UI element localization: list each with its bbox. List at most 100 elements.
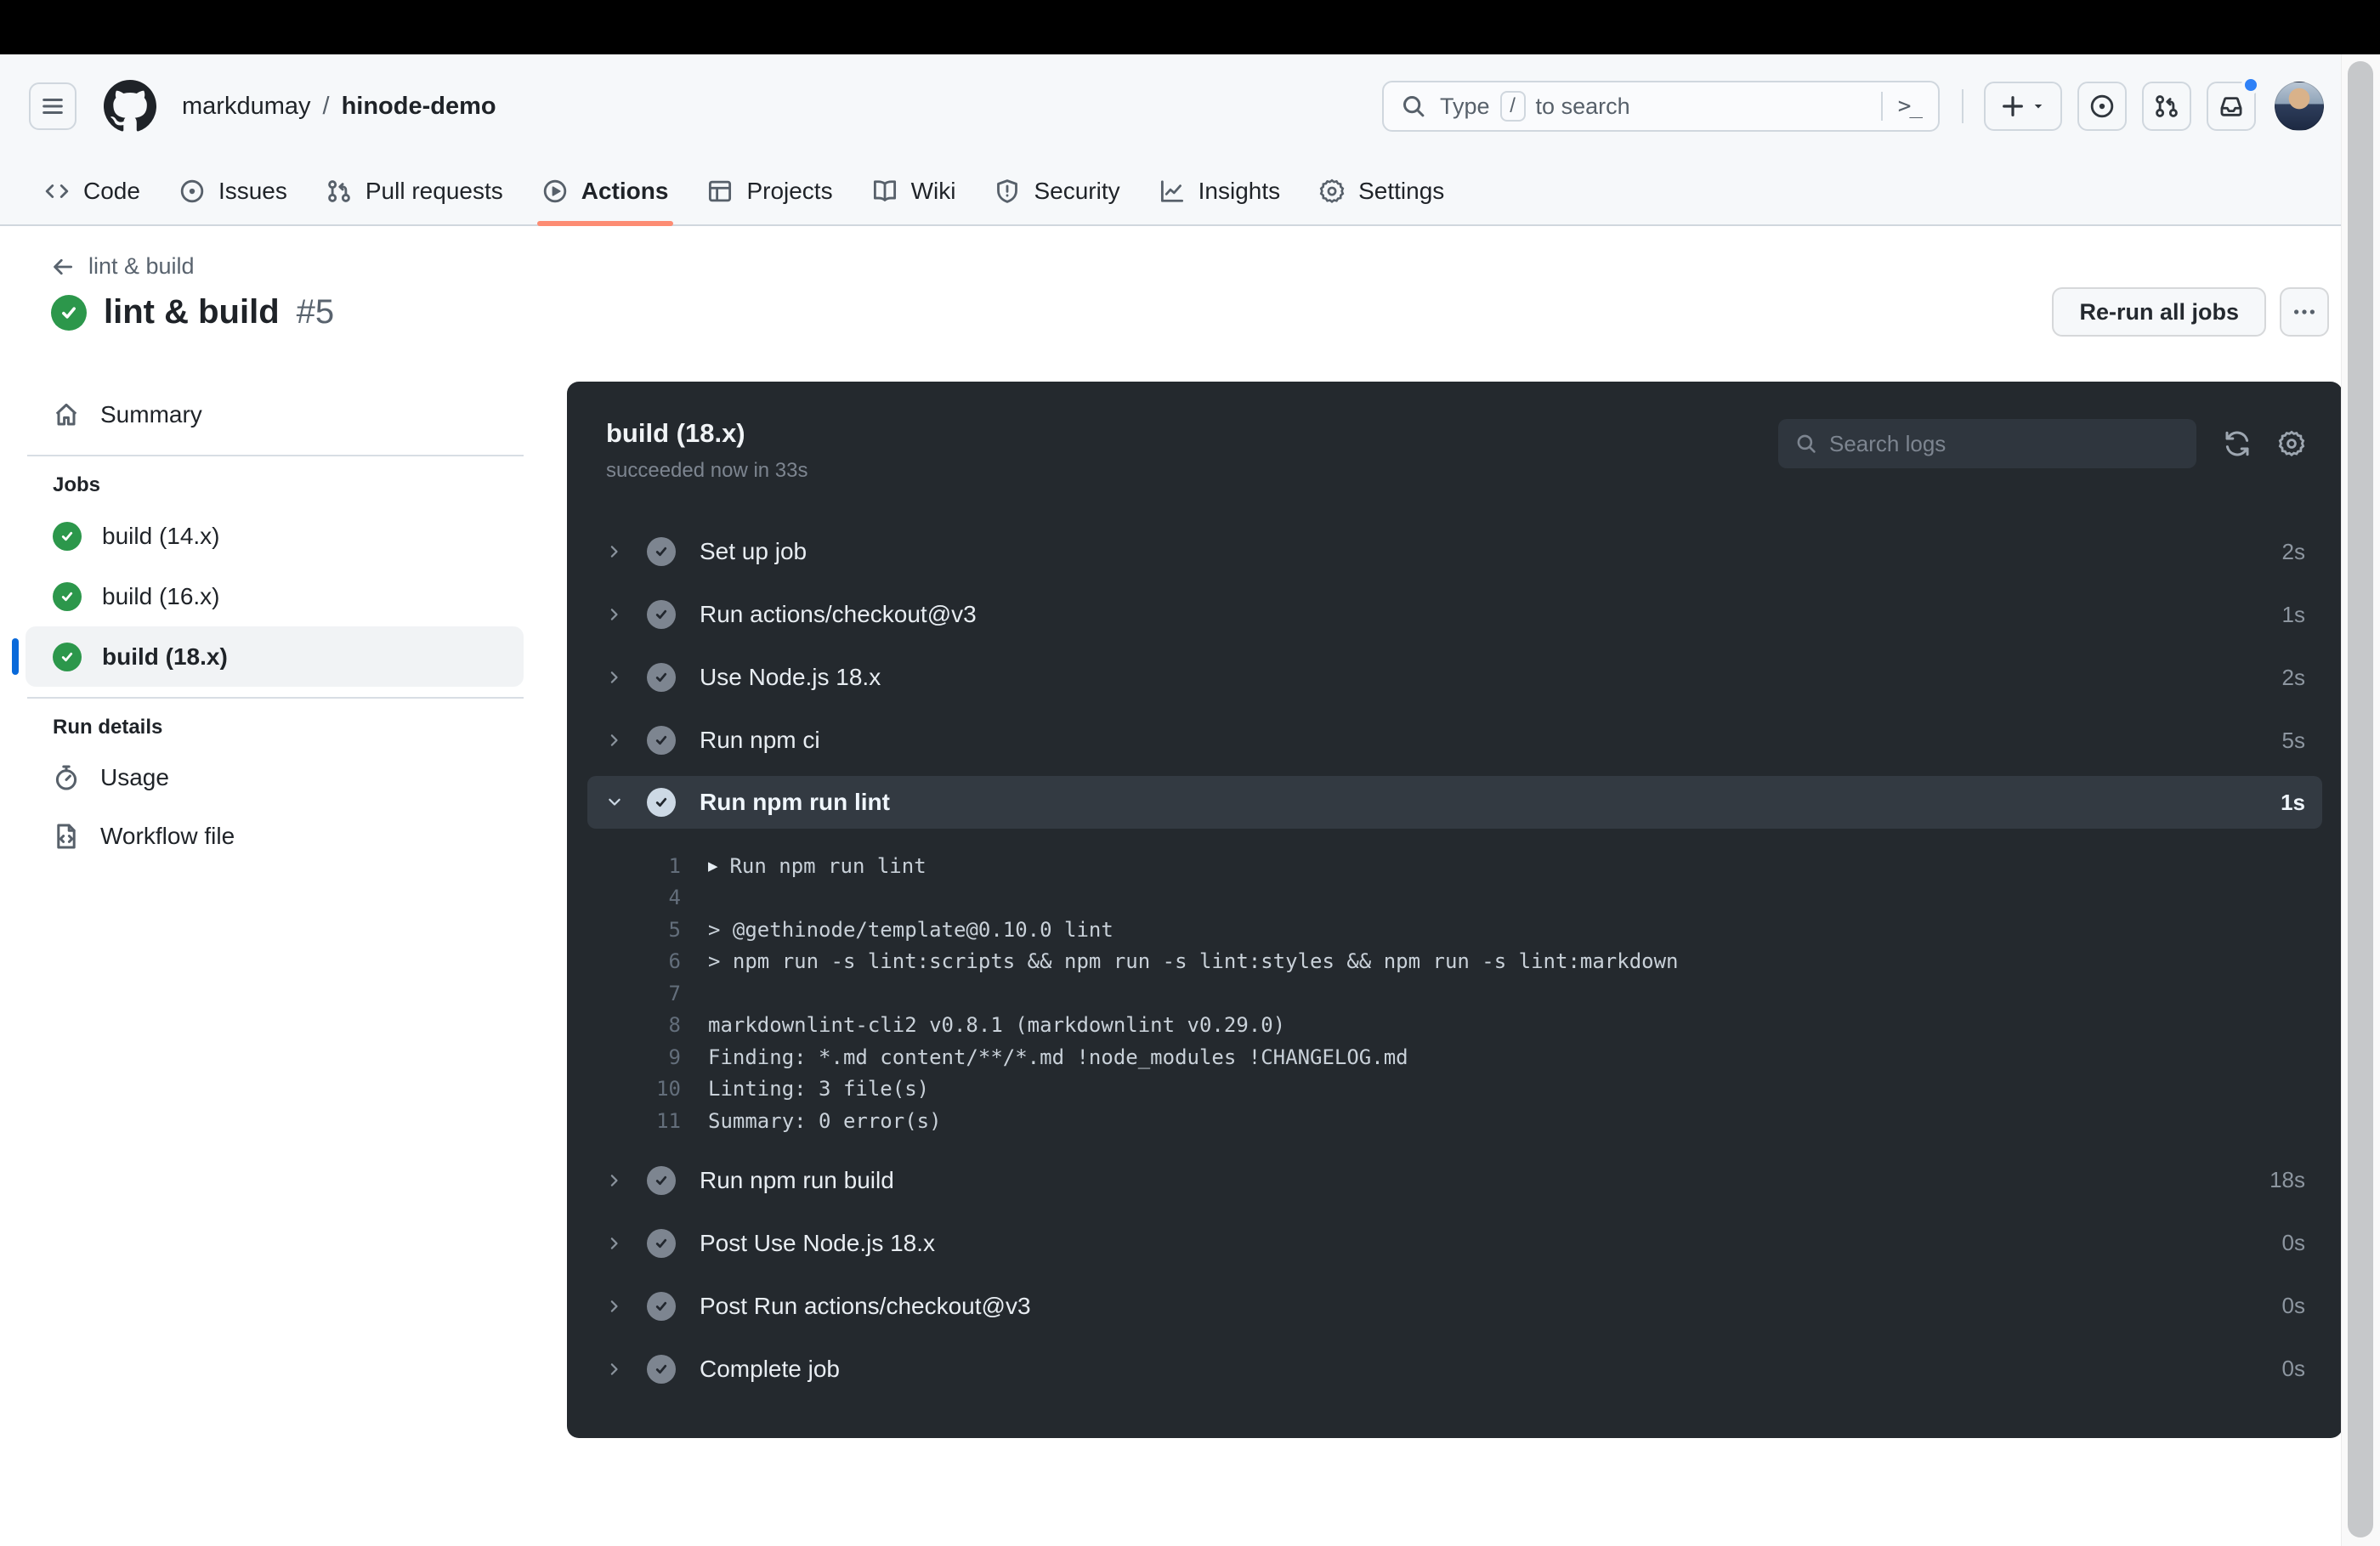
log-line[interactable]: 9 Finding: *.md content/**/*.md !node_mo… — [606, 1041, 2305, 1073]
log-line-text: > @gethinode/template@0.10.0 lint — [708, 917, 1114, 942]
rerun-all-jobs-button[interactable]: Re-run all jobs — [2052, 287, 2266, 337]
tab-projects[interactable]: Projects — [692, 158, 847, 224]
step-run-checkout[interactable]: Run actions/checkout@v3 1s — [567, 583, 2343, 646]
more-options-button[interactable] — [2280, 287, 2329, 337]
tab-wiki[interactable]: Wiki — [857, 158, 972, 224]
tab-insights[interactable]: Insights — [1144, 158, 1296, 224]
step-post-use-nodejs[interactable]: Post Use Node.js 18.x 0s — [567, 1212, 2343, 1275]
log-line-text: markdownlint-cli2 v0.8.1 (markdownlint v… — [708, 1013, 1286, 1038]
repo-name-link[interactable]: hinode-demo — [342, 93, 496, 121]
step-set-up-job[interactable]: Set up job 2s — [567, 520, 2343, 583]
log-line-number: 9 — [668, 1045, 681, 1069]
log-line-number: 8 — [668, 1013, 681, 1038]
check-circle-icon — [647, 600, 676, 629]
chevron-right-icon — [606, 669, 623, 686]
step-run-npm-run-lint[interactable]: Run npm run lint 1s — [587, 776, 2322, 829]
log-line[interactable]: 8 markdownlint-cli2 v0.8.1 (markdownlint… — [606, 1010, 2305, 1042]
check-circle-icon — [647, 1165, 676, 1195]
chevron-right-icon — [606, 1172, 623, 1189]
tab-security[interactable]: Security — [979, 158, 1135, 224]
log-line[interactable]: 1 ▶ Run npm run lint — [606, 850, 2305, 882]
sidebar-divider — [27, 455, 524, 456]
log-line-text: Summary: 0 error(s) — [708, 1108, 942, 1133]
arrow-left-icon — [51, 255, 75, 279]
step-duration: 5s — [2281, 727, 2305, 753]
sidebar-job-build-18x[interactable]: build (18.x) — [12, 626, 524, 687]
hamburger-menu-button[interactable] — [29, 82, 76, 130]
chevron-right-icon — [606, 1235, 623, 1252]
issues-dashboard-button[interactable] — [2077, 82, 2127, 131]
issue-opened-icon — [179, 178, 205, 204]
log-settings-gear-icon[interactable] — [2278, 430, 2305, 457]
run-header-actions: Re-run all jobs — [2052, 287, 2329, 337]
repo-owner-link[interactable]: markdumay — [182, 93, 311, 121]
check-circle-icon — [647, 726, 676, 755]
success-check-icon — [53, 521, 82, 551]
sidebar-job-build-16x[interactable]: build (16.x) — [26, 566, 524, 626]
scrollbar-track[interactable] — [2341, 54, 2380, 1546]
step-post-run-checkout[interactable]: Post Run actions/checkout@v3 0s — [567, 1275, 2343, 1338]
command-palette-icon[interactable]: >_ — [1898, 93, 1923, 119]
breadcrumb-separator: / — [322, 92, 330, 120]
log-line[interactable]: 4 — [606, 882, 2305, 915]
log-panel-title-block: build (18.x) succeeded now in 33s — [606, 417, 808, 484]
log-search-input[interactable] — [1829, 430, 2179, 457]
code-icon — [44, 178, 70, 204]
avatar[interactable] — [2275, 82, 2324, 131]
tab-label: Insights — [1198, 178, 1281, 204]
sidebar-job-build-14x[interactable]: build (14.x) — [26, 506, 524, 566]
three-bars-icon — [40, 93, 65, 119]
command-palette-group: >_ — [1880, 92, 1923, 121]
refresh-icon[interactable] — [2224, 430, 2251, 457]
tab-code[interactable]: Code — [29, 158, 156, 224]
log-line[interactable]: 5 > @gethinode/template@0.10.0 lint — [606, 914, 2305, 946]
inbox-button[interactable] — [2207, 76, 2260, 131]
job-sidebar: Summary Jobs build (14.x) build (16.x) b… — [12, 382, 536, 865]
tab-issues[interactable]: Issues — [164, 158, 303, 224]
step-label: Post Use Node.js 18.x — [700, 1229, 936, 1256]
sidebar-item-summary[interactable]: Summary — [26, 384, 524, 445]
chevron-down-icon — [606, 794, 623, 811]
tab-actions[interactable]: Actions — [527, 158, 684, 226]
log-line-number: 5 — [668, 917, 681, 942]
tab-pull-requests[interactable]: Pull requests — [311, 158, 518, 224]
scrollbar-thumb[interactable] — [2348, 61, 2373, 1538]
search-icon — [1795, 433, 1817, 455]
github-logo-icon[interactable] — [104, 80, 156, 133]
sidebar-job-label: build (16.x) — [102, 582, 220, 609]
step-duration: 0s — [2281, 1293, 2305, 1318]
global-search-input[interactable]: Type / to search >_ — [1382, 81, 1940, 132]
tab-settings[interactable]: Settings — [1304, 158, 1459, 224]
sidebar-item-usage[interactable]: Usage — [26, 748, 524, 807]
plus-icon — [2000, 93, 2026, 119]
kebab-horizontal-icon — [2292, 299, 2317, 325]
log-search-box[interactable] — [1778, 419, 2196, 468]
log-line[interactable]: 10 Linting: 3 file(s) — [606, 1073, 2305, 1106]
workflow-breadcrumb-link[interactable]: lint & build — [51, 253, 334, 280]
search-placeholder: Type / to search — [1440, 91, 1630, 122]
header-actions — [1984, 76, 2260, 131]
sidebar-item-workflow-file[interactable]: Workflow file — [26, 807, 524, 865]
slash-key-hint: / — [1499, 91, 1526, 122]
log-line[interactable]: 7 — [606, 977, 2305, 1010]
chevron-right-icon — [606, 1361, 623, 1378]
home-icon — [53, 401, 80, 428]
log-line[interactable]: 11 Summary: 0 error(s) — [606, 1105, 2305, 1137]
step-run-npm-ci[interactable]: Run npm ci 5s — [567, 709, 2343, 772]
shield-icon — [994, 178, 1020, 204]
pull-requests-dashboard-button[interactable] — [2142, 82, 2191, 131]
log-line[interactable]: 6 > npm run -s lint:scripts && npm run -… — [606, 946, 2305, 978]
gear-icon — [1319, 178, 1345, 204]
step-run-npm-run-build[interactable]: Run npm run build 18s — [567, 1149, 2343, 1212]
create-new-button[interactable] — [1984, 82, 2062, 131]
step-use-nodejs[interactable]: Use Node.js 18.x 2s — [567, 646, 2343, 709]
tab-label: Actions — [581, 178, 669, 204]
log-expand-marker[interactable]: ▶ — [708, 857, 717, 875]
step-complete-job[interactable]: Complete job 0s — [567, 1338, 2343, 1401]
page-title: lint & build — [104, 293, 280, 331]
search-icon — [1401, 93, 1426, 119]
run-details-heading: Run details — [53, 716, 163, 739]
log-line-text: > npm run -s lint:scripts && npm run -s … — [708, 949, 1679, 974]
workflow-name: lint & build — [88, 253, 195, 279]
step-label: Post Run actions/checkout@v3 — [700, 1292, 1031, 1319]
